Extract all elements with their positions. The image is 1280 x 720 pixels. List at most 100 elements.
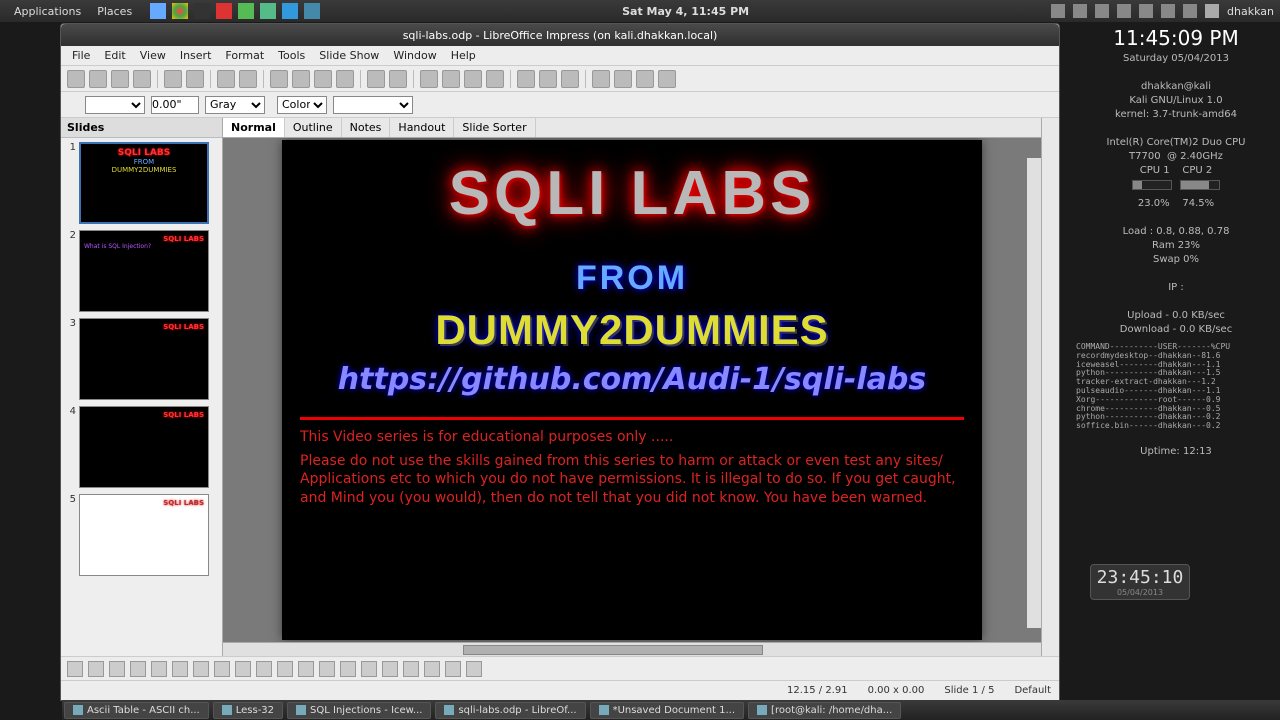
fill-type-select[interactable]: Color [277, 96, 327, 114]
task-item[interactable]: Less-32 [213, 702, 283, 719]
connector-icon[interactable] [214, 661, 230, 677]
horizontal-scrollbar[interactable] [223, 642, 1041, 656]
clipboard-icon[interactable] [1117, 4, 1131, 18]
paste-icon[interactable] [314, 70, 332, 88]
pdf-icon[interactable] [164, 70, 182, 88]
slide-design-icon[interactable] [614, 70, 632, 88]
media-icon[interactable] [1139, 4, 1153, 18]
app-icon-2[interactable] [260, 3, 276, 19]
terminal-icon[interactable] [194, 3, 210, 19]
points-icon[interactable] [319, 661, 335, 677]
save-icon[interactable] [111, 70, 129, 88]
copy-icon[interactable] [292, 70, 310, 88]
username[interactable]: dhakkan [1227, 5, 1274, 18]
gallery-icon[interactable] [403, 661, 419, 677]
desktop-clock-widget[interactable]: 23:45:10 05/04/2013 [1090, 564, 1190, 600]
slide-thumb-2[interactable]: 2SQLI LABSWhat is SQL Injection? [65, 230, 218, 312]
clock[interactable]: Sat May 4, 11:45 PM [320, 5, 1051, 18]
undo-icon[interactable] [367, 70, 385, 88]
network-icon[interactable] [1183, 4, 1197, 18]
grid-icon[interactable] [486, 70, 504, 88]
line-width-input[interactable] [151, 96, 199, 114]
help-icon[interactable] [561, 70, 579, 88]
app-icon-3[interactable] [282, 3, 298, 19]
menu-file[interactable]: File [65, 47, 97, 64]
menu-help[interactable]: Help [444, 47, 483, 64]
bluetooth-icon[interactable] [1161, 4, 1175, 18]
user-icon[interactable] [1205, 4, 1219, 18]
slide-thumb-5[interactable]: 5SQLI LABS [65, 494, 218, 576]
cut-icon[interactable] [270, 70, 288, 88]
tab-notes[interactable]: Notes [342, 118, 391, 137]
vertical-scrollbar[interactable] [1027, 158, 1041, 628]
folder-icon[interactable] [304, 3, 320, 19]
print-icon[interactable] [186, 70, 204, 88]
line-color-select[interactable]: Gray [205, 96, 265, 114]
spellcheck-icon[interactable] [217, 70, 235, 88]
redo-icon[interactable] [389, 70, 407, 88]
symbol-icon[interactable] [256, 661, 272, 677]
slide-thumb-4[interactable]: 4SQLI LABS [65, 406, 218, 488]
menu-tools[interactable]: Tools [271, 47, 312, 64]
rotate-icon[interactable] [424, 661, 440, 677]
task-panel[interactable] [1041, 118, 1059, 656]
record-icon[interactable] [1073, 4, 1087, 18]
ellipse-icon[interactable] [151, 661, 167, 677]
task-item[interactable]: Ascii Table - ASCII ch... [64, 702, 209, 719]
table-icon[interactable] [442, 70, 460, 88]
rect-icon[interactable] [130, 661, 146, 677]
menu-format[interactable]: Format [218, 47, 271, 64]
fill-color-select[interactable] [333, 96, 413, 114]
arrow-end-icon[interactable] [109, 661, 125, 677]
canvas[interactable]: SQLI LABS FROM DUMMY2DUMMIES https://git… [223, 138, 1041, 642]
presentation-icon[interactable] [658, 70, 676, 88]
menu-insert[interactable]: Insert [173, 47, 219, 64]
open-icon[interactable] [89, 70, 107, 88]
nautilus-icon[interactable] [150, 3, 166, 19]
task-item[interactable]: SQL Injections - Icew... [287, 702, 431, 719]
chart-icon[interactable] [420, 70, 438, 88]
slides-list[interactable]: 1SQLI LABSFROMDUMMY2DUMMIES 2SQLI LABSWh… [61, 138, 222, 656]
applications-menu[interactable]: Applications [6, 5, 89, 18]
shapes-icon[interactable] [235, 661, 251, 677]
glue-icon[interactable] [340, 661, 356, 677]
slide-content[interactable]: SQLI LABS FROM DUMMY2DUMMIES https://git… [282, 140, 982, 640]
tab-slidesorter[interactable]: Slide Sorter [454, 118, 535, 137]
menu-edit[interactable]: Edit [97, 47, 132, 64]
chrome-icon[interactable] [172, 3, 188, 19]
format-paint-icon[interactable] [336, 70, 354, 88]
slide-icon[interactable] [592, 70, 610, 88]
hyperlink-icon[interactable] [464, 70, 482, 88]
select-icon[interactable] [67, 661, 83, 677]
slide-thumb-1[interactable]: 1SQLI LABSFROMDUMMY2DUMMIES [65, 142, 218, 224]
zoom-icon[interactable] [539, 70, 557, 88]
app-icon[interactable] [238, 3, 254, 19]
tab-normal[interactable]: Normal [223, 118, 285, 137]
volume-icon[interactable] [1095, 4, 1109, 18]
slide-layout-icon[interactable] [636, 70, 654, 88]
line-icon[interactable] [88, 661, 104, 677]
line-style-select[interactable] [85, 96, 145, 114]
task-item[interactable]: [root@kali: /home/dha... [748, 702, 901, 719]
tab-handout[interactable]: Handout [390, 118, 454, 137]
places-menu[interactable]: Places [89, 5, 140, 18]
callout-icon[interactable] [298, 661, 314, 677]
autospell-icon[interactable] [239, 70, 257, 88]
fontwork-icon[interactable] [361, 661, 377, 677]
menu-slideshow[interactable]: Slide Show [312, 47, 386, 64]
align-icon[interactable] [445, 661, 461, 677]
task-item[interactable]: *Unsaved Document 1... [590, 702, 744, 719]
arrange-icon[interactable] [466, 661, 482, 677]
window-titlebar[interactable]: sqli-labs.odp - LibreOffice Impress (on … [61, 24, 1059, 46]
tab-outline[interactable]: Outline [285, 118, 342, 137]
new-icon[interactable] [67, 70, 85, 88]
stars-icon[interactable] [277, 661, 293, 677]
slide-thumb-3[interactable]: 3SQLI LABS [65, 318, 218, 400]
task-item[interactable]: sqli-labs.odp - LibreOf... [435, 702, 585, 719]
close-icon[interactable] [216, 3, 232, 19]
camera-icon[interactable] [1051, 4, 1065, 18]
curve-icon[interactable] [193, 661, 209, 677]
menu-window[interactable]: Window [386, 47, 443, 64]
navigator-icon[interactable] [517, 70, 535, 88]
from-file-icon[interactable] [382, 661, 398, 677]
